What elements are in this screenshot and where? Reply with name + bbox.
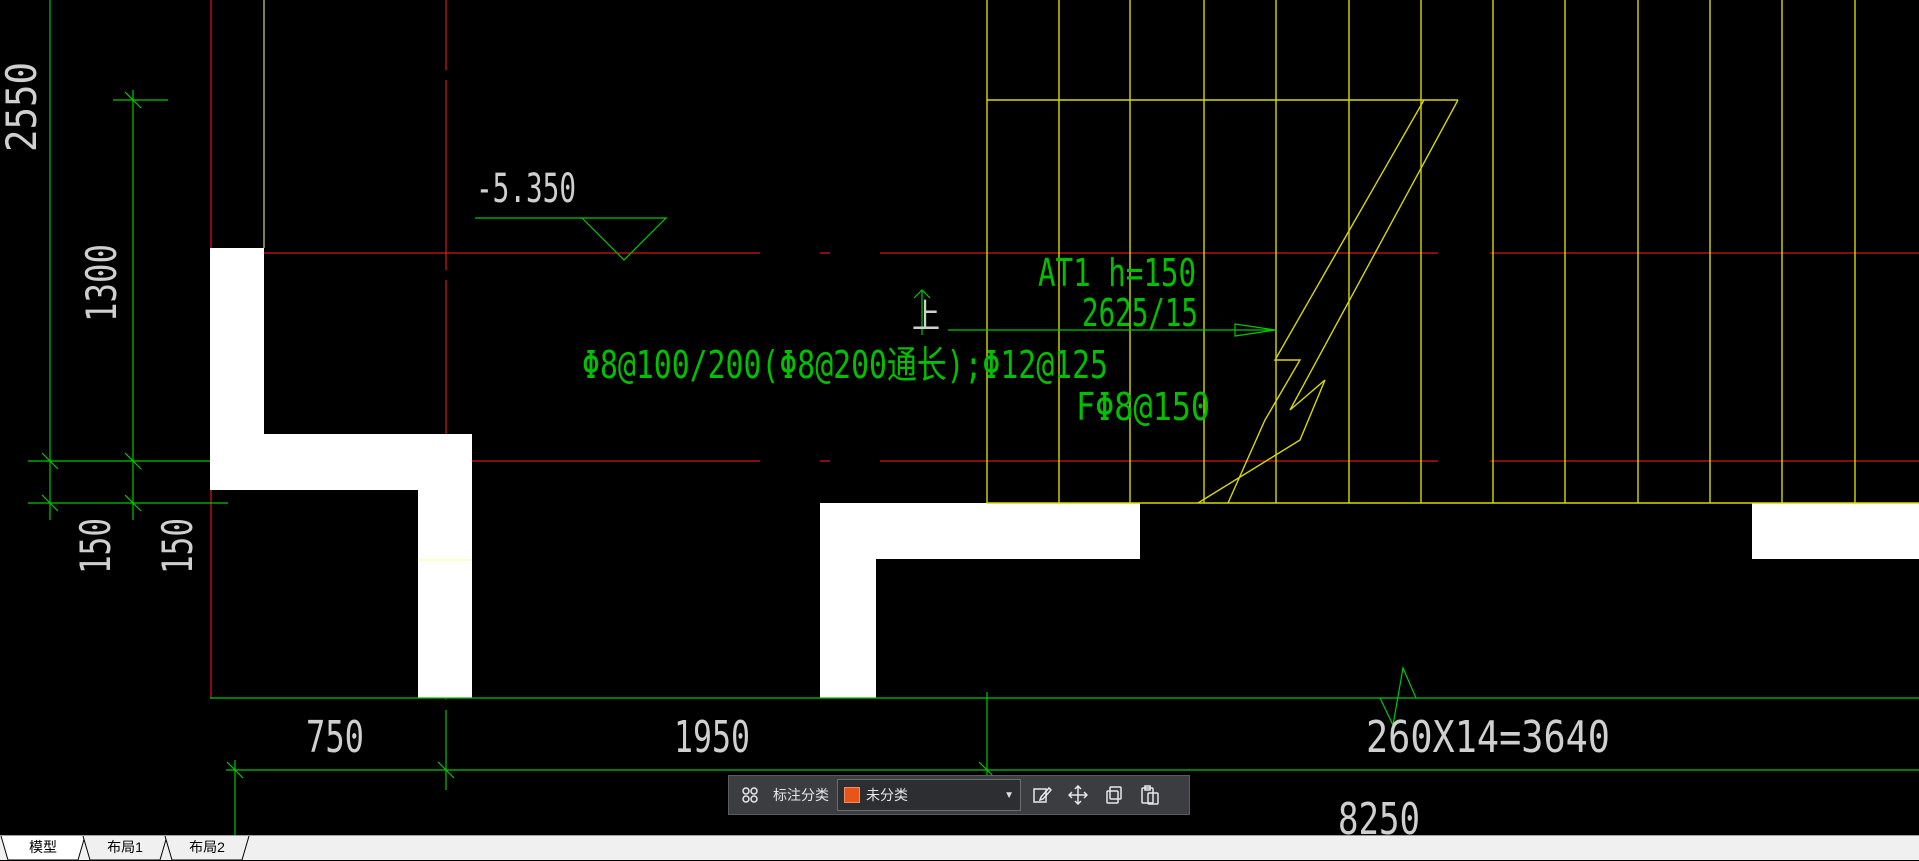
- dim-text-1300: 1300: [77, 244, 126, 322]
- copy-icon[interactable]: [1099, 780, 1129, 810]
- distribution-text: FΦ8@150: [1076, 385, 1210, 429]
- tab-model-label: 模型: [29, 839, 57, 855]
- dim-text-150-b: 150: [153, 518, 202, 574]
- cad-drawing-canvas[interactable]: 2550 1300 150 150 750 1950 260X14=3640 8…: [0, 0, 1919, 860]
- tab-layout1-label: 布局1: [107, 839, 143, 855]
- stair-up-label: 上: [912, 297, 940, 337]
- dim-text-1950: 1950: [674, 712, 750, 763]
- dim-text-steps: 260X14=3640: [1366, 712, 1610, 763]
- dim-text-750: 750: [306, 712, 364, 763]
- move-icon[interactable]: [1063, 780, 1093, 810]
- annotation-category-label: 标注分类: [773, 787, 829, 803]
- reinforcement-text: Φ8@100/200(Φ8@200通长);Φ12@125: [582, 343, 1108, 387]
- stair-name-text: AT1 h=150: [1038, 251, 1196, 295]
- dim-text-150-a: 150: [71, 518, 120, 574]
- annotation-toolbar: 标注分类 未分类 ▼: [728, 775, 1190, 815]
- dimension-lines: [28, 0, 1919, 835]
- stair-steps-text: 2625/15: [1082, 291, 1198, 335]
- tab-layout1[interactable]: 布局1: [82, 836, 168, 861]
- tab-layout2-label: 布局2: [189, 839, 225, 855]
- category-color-swatch: [844, 787, 860, 803]
- tab-layout2[interactable]: 布局2: [164, 836, 250, 861]
- grid-icon[interactable]: [735, 780, 765, 810]
- layout-tab-strip: 模型 布局1 布局2: [0, 835, 1919, 861]
- elevation-marker: [475, 217, 667, 261]
- category-value: 未分类: [866, 787, 908, 803]
- edit-icon[interactable]: [1027, 780, 1057, 810]
- dim-text-2550: 2550: [0, 62, 46, 152]
- tab-model[interactable]: 模型: [0, 836, 86, 861]
- elevation-text: -5.350: [476, 166, 576, 212]
- chevron-down-icon: ▼: [1004, 789, 1014, 801]
- slab-sections: [210, 248, 1919, 698]
- annotation-category-select[interactable]: 未分类 ▼: [837, 779, 1021, 811]
- paste-icon[interactable]: [1135, 780, 1165, 810]
